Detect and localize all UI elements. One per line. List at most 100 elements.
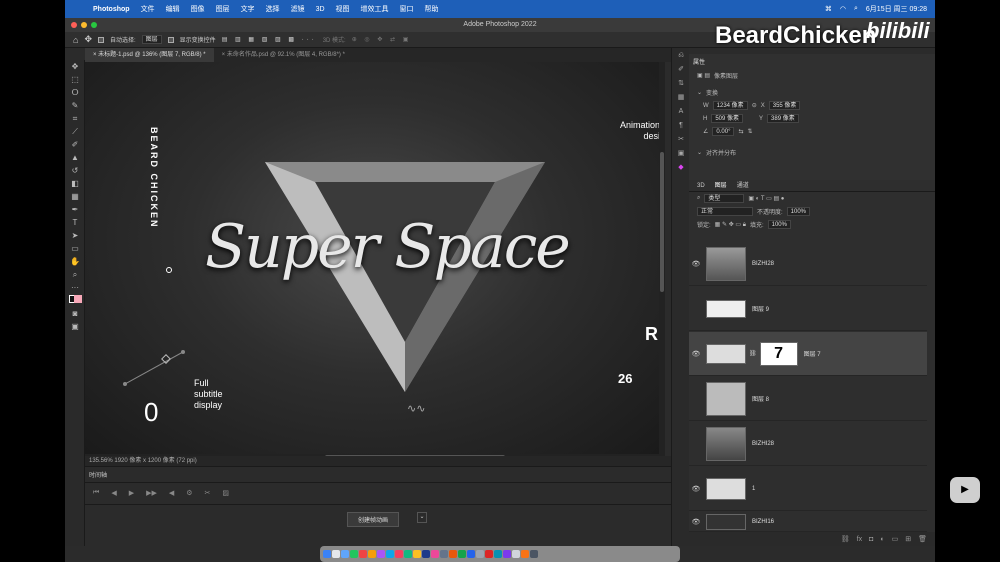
canvas[interactable]: Super Space BEARD CHICKEN Animation desi …: [85, 62, 665, 454]
prev-frame-icon[interactable]: ◀: [111, 489, 116, 498]
tab-3d[interactable]: 3D: [697, 182, 705, 189]
tab-channels[interactable]: 通道: [737, 182, 749, 189]
photoshop-icon[interactable]: [422, 550, 430, 558]
next-frame-icon[interactable]: ▶▶: [146, 489, 157, 498]
app-icon[interactable]: [368, 550, 376, 558]
split-icon[interactable]: ✂: [205, 489, 211, 498]
app-icon[interactable]: [503, 550, 511, 558]
opacity-field[interactable]: 100%: [786, 207, 811, 216]
link-icon[interactable]: ⛓: [841, 535, 850, 543]
menu-plugins[interactable]: 增效工具: [361, 4, 389, 14]
app-icon[interactable]: [413, 550, 421, 558]
lasso-tool-icon[interactable]: ⵔ: [65, 86, 85, 99]
swatch-panel-icon[interactable]: ▦: [672, 92, 690, 104]
screen-mode-icon[interactable]: ▣: [65, 320, 85, 333]
auto-select-dropdown[interactable]: 图层: [141, 35, 162, 44]
height-field[interactable]: 509 像素: [711, 114, 744, 123]
menu-app[interactable]: Photoshop: [93, 6, 130, 13]
new-layer-icon[interactable]: ⊞: [905, 535, 911, 543]
x-field[interactable]: 355 像素: [768, 101, 801, 110]
tab-doc-1[interactable]: × 未标题-1.psd @ 136% (图层 7, RGB/8) *: [85, 48, 214, 62]
audio-icon[interactable]: ◀: [169, 489, 174, 498]
layer-row[interactable]: 👁︎ BIZHI28: [689, 242, 927, 286]
stamp-tool-icon[interactable]: ▲: [65, 151, 85, 164]
tools-panel-icon[interactable]: ✂: [672, 134, 690, 146]
brush-panel-icon[interactable]: ✐: [672, 64, 690, 76]
layer-name[interactable]: 1: [752, 486, 755, 492]
quick-mask-icon[interactable]: ◙: [65, 307, 85, 320]
lock-icons[interactable]: ▦ ✎ ✥ ▭ 🔒︎: [715, 221, 746, 229]
eraser-tool-icon[interactable]: ◧: [65, 177, 85, 190]
chevron-down-icon[interactable]: ⌄: [697, 149, 702, 156]
app-icon[interactable]: [359, 550, 367, 558]
marquee-tool-icon[interactable]: ⬚: [65, 73, 85, 86]
align-icons[interactable]: ▤ ▥ ▦ ▧ ▨ ▩ ···: [222, 36, 317, 43]
finder-icon[interactable]: [323, 550, 331, 558]
width-field[interactable]: 1234 像素: [712, 101, 748, 110]
settings-icon[interactable]: ⚙: [186, 489, 192, 498]
layer-name[interactable]: BIZHI28: [752, 441, 774, 447]
tab-doc-2[interactable]: × 未命名作品.psd @ 92.1% (图层 4, RGB/8*) *: [214, 48, 353, 62]
app-icon[interactable]: [377, 550, 385, 558]
app-icon[interactable]: [494, 550, 502, 558]
move-tool-icon[interactable]: ✥: [84, 34, 92, 45]
fill-field[interactable]: 100%: [767, 220, 791, 229]
app-icon[interactable]: [395, 550, 403, 558]
layer-name[interactable]: 图层 9: [752, 304, 769, 313]
messages-icon[interactable]: [350, 550, 358, 558]
chevron-down-icon[interactable]: ⌄: [697, 89, 702, 96]
fx-icon[interactable]: fx: [857, 536, 862, 543]
path-select-tool-icon[interactable]: ➤: [65, 229, 85, 242]
history-brush-icon[interactable]: ↺: [65, 164, 85, 177]
menu-type[interactable]: 文字: [241, 4, 255, 14]
eye-icon[interactable]: 👁︎: [689, 518, 703, 526]
layer-row-selected[interactable]: 👁︎ ⛓ 7 图层 7: [689, 332, 927, 376]
folder-icon[interactable]: ▭: [892, 535, 899, 543]
y-field[interactable]: 389 像素: [767, 114, 799, 123]
type-tool-icon[interactable]: T: [65, 216, 85, 229]
layer-row[interactable]: 👁︎ BIZHI16: [689, 512, 927, 532]
angle-field[interactable]: 0.00°: [712, 127, 735, 136]
transition-icon[interactable]: ▨: [222, 489, 229, 498]
layer-row[interactable]: 图层 9: [689, 287, 927, 331]
app-icon[interactable]: [431, 550, 439, 558]
filter-icons[interactable]: ▣ ◐ T ▭ ▤ ●: [748, 195, 784, 202]
menu-edit[interactable]: 编辑: [166, 4, 180, 14]
adjust-panel-icon[interactable]: ⇅: [672, 78, 690, 90]
clock[interactable]: 6月15日 周三 09:28: [866, 4, 927, 14]
first-frame-icon[interactable]: ⏮: [93, 489, 99, 498]
app-icon[interactable]: [386, 550, 394, 558]
wifi-icon[interactable]: ◠: [840, 5, 846, 13]
app-icon[interactable]: [449, 550, 457, 558]
menu-image[interactable]: 图像: [191, 4, 205, 14]
layer-name[interactable]: BIZHI16: [752, 519, 774, 525]
filter-search-icon[interactable]: ⌕: [697, 195, 700, 202]
show-transform-checkbox[interactable]: [167, 36, 174, 43]
menu-filter[interactable]: 滤镜: [291, 4, 305, 14]
app-icon[interactable]: [467, 550, 475, 558]
menu-layer[interactable]: 图层: [216, 4, 230, 14]
tv-icon[interactable]: ▶: [950, 477, 980, 503]
menu-help[interactable]: 帮助: [425, 4, 439, 14]
tab-layers[interactable]: 图层: [715, 182, 727, 189]
trash-icon[interactable]: 🗑︎: [918, 535, 927, 543]
layer-name[interactable]: BIZHI28: [752, 261, 774, 267]
shape-tool-icon[interactable]: ▭: [65, 242, 85, 255]
layer-row[interactable]: BIZHI28: [689, 422, 927, 466]
character-panel-icon[interactable]: A: [672, 106, 690, 118]
layer-comps-icon[interactable]: ▣: [672, 148, 690, 160]
app-icon[interactable]: [440, 550, 448, 558]
3d-tools-icons[interactable]: ⊕ ◎ ✥ ⇄ ▣: [352, 36, 412, 43]
link-icon[interactable]: ⊝: [752, 102, 757, 109]
app-icon[interactable]: [512, 550, 520, 558]
safari-icon[interactable]: [341, 550, 349, 558]
app-icon[interactable]: [476, 550, 484, 558]
flip-vertical-icon[interactable]: ⇅: [748, 128, 753, 135]
launchpad-icon[interactable]: [332, 550, 340, 558]
flip-horizontal-icon[interactable]: ⇆: [738, 128, 743, 135]
create-frame-animation-button[interactable]: 创建帧动画: [347, 512, 400, 527]
app-icon[interactable]: [485, 550, 493, 558]
gradient-tool-icon[interactable]: ▦: [65, 190, 85, 203]
layer-name[interactable]: 图层 8: [752, 394, 769, 403]
eye-icon[interactable]: 👁︎: [689, 350, 703, 358]
